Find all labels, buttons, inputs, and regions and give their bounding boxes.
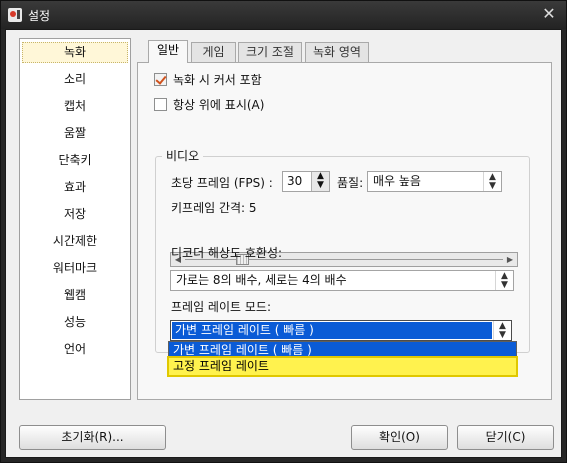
fps-spin-input[interactable]: 30 ▲ ▼ bbox=[282, 171, 330, 192]
sidebar-item-save[interactable]: 저장 bbox=[22, 201, 128, 228]
decoder-compatibility-value: 가로는 8의 배수, 세로는 4의 배수 bbox=[176, 273, 347, 287]
sidebar-item-record[interactable]: 녹화 bbox=[22, 42, 128, 63]
sidebar-item-effects[interactable]: 효과 bbox=[22, 174, 128, 201]
chevron-right-icon[interactable]: ▶ bbox=[503, 253, 517, 266]
always-on-top-option[interactable]: 항상 위에 표시(A) bbox=[154, 96, 264, 112]
framerate-mode-select[interactable]: 가변 프레임 레이트 ( 빠름 ) ▲ ▼ bbox=[170, 320, 512, 341]
settings-window: 설정 ✕ 녹화 소리 캡처 움짤 단축키 효과 저장 시간제한 워터마크 웹캠 … bbox=[0, 0, 567, 463]
app-icon bbox=[8, 8, 22, 22]
decoder-dropdown-icon[interactable]: ▲ ▼ bbox=[495, 271, 513, 290]
tab-record-area[interactable]: 녹화 영역 bbox=[305, 42, 369, 62]
window-title: 설정 bbox=[28, 9, 51, 23]
fps-label: 초당 프레임 (FPS) : bbox=[171, 176, 273, 190]
always-on-top-checkbox[interactable] bbox=[154, 97, 167, 111]
video-group-title: 비디오 bbox=[162, 147, 204, 164]
sidebar-item-watermark[interactable]: 워터마크 bbox=[22, 255, 128, 282]
keyframe-label: 키프레임 간격: 5 bbox=[171, 201, 257, 215]
close-button[interactable]: 닫기(C) bbox=[457, 425, 554, 450]
sidebar-item-sound[interactable]: 소리 bbox=[22, 66, 128, 93]
reset-button[interactable]: 초기화(R)... bbox=[19, 425, 166, 450]
framerate-mode-label: 프레임 레이트 모드: bbox=[171, 300, 271, 314]
fps-stepper[interactable]: ▲ ▼ bbox=[311, 172, 329, 191]
title-bar[interactable]: 설정 ✕ bbox=[1, 1, 566, 29]
sidebar-item-language[interactable]: 언어 bbox=[22, 336, 128, 363]
include-cursor-checkbox[interactable] bbox=[154, 72, 167, 86]
sidebar-item-time-limit[interactable]: 시간제한 bbox=[22, 228, 128, 255]
quality-select[interactable]: 매우 높음 ▲ ▼ bbox=[367, 171, 502, 192]
quality-dropdown-icon[interactable]: ▲ ▼ bbox=[483, 172, 501, 191]
settings-category-list: 녹화 소리 캡처 움짤 단축키 효과 저장 시간제한 워터마크 웹캠 성능 언어 bbox=[19, 38, 131, 400]
decoder-label: 디코더 해상도 호환성: bbox=[171, 246, 283, 260]
framerate-option-variable[interactable]: 가변 프레임 레이트 ( 빠름 ) bbox=[169, 342, 516, 358]
include-cursor-option[interactable]: 녹화 시 커서 포함 bbox=[154, 71, 262, 87]
always-on-top-label: 항상 위에 표시(A) bbox=[173, 97, 265, 112]
close-icon[interactable]: ✕ bbox=[540, 4, 558, 24]
settings-client-area: 녹화 소리 캡처 움짤 단축키 효과 저장 시간제한 워터마크 웹캠 성능 언어… bbox=[5, 29, 562, 458]
fps-value: 30 bbox=[287, 174, 303, 188]
sidebar-item-performance[interactable]: 성능 bbox=[22, 309, 128, 336]
sidebar-item-shortcut[interactable]: 단축키 bbox=[22, 147, 128, 174]
sidebar-item-webcam[interactable]: 웹캠 bbox=[22, 282, 128, 309]
sidebar-item-capture[interactable]: 캡처 bbox=[22, 93, 128, 120]
framerate-mode-value: 가변 프레임 레이트 ( 빠름 ) bbox=[172, 322, 492, 339]
framerate-option-fixed[interactable]: 고정 프레임 레이트 bbox=[167, 356, 518, 377]
tab-general[interactable]: 일반 bbox=[148, 40, 188, 63]
ok-button[interactable]: 확인(O) bbox=[351, 425, 448, 450]
quality-value: 매우 높음 bbox=[373, 174, 421, 188]
framerate-mode-dropdown-list: 가변 프레임 레이트 ( 빠름 ) 고정 프레임 레이트 bbox=[167, 341, 518, 377]
include-cursor-label: 녹화 시 커서 포함 bbox=[173, 72, 262, 87]
chevron-down-icon[interactable]: ▼ bbox=[312, 181, 329, 190]
decoder-compatibility-select[interactable]: 가로는 8의 배수, 세로는 4의 배수 ▲ ▼ bbox=[170, 270, 514, 291]
sidebar-item-gif[interactable]: 움짤 bbox=[22, 120, 128, 147]
tab-resize[interactable]: 크기 조절 bbox=[238, 42, 302, 62]
framerate-dropdown-icon[interactable]: ▲ ▼ bbox=[493, 321, 511, 340]
tab-game[interactable]: 게임 bbox=[191, 42, 236, 62]
quality-label: 품질: bbox=[337, 176, 364, 190]
